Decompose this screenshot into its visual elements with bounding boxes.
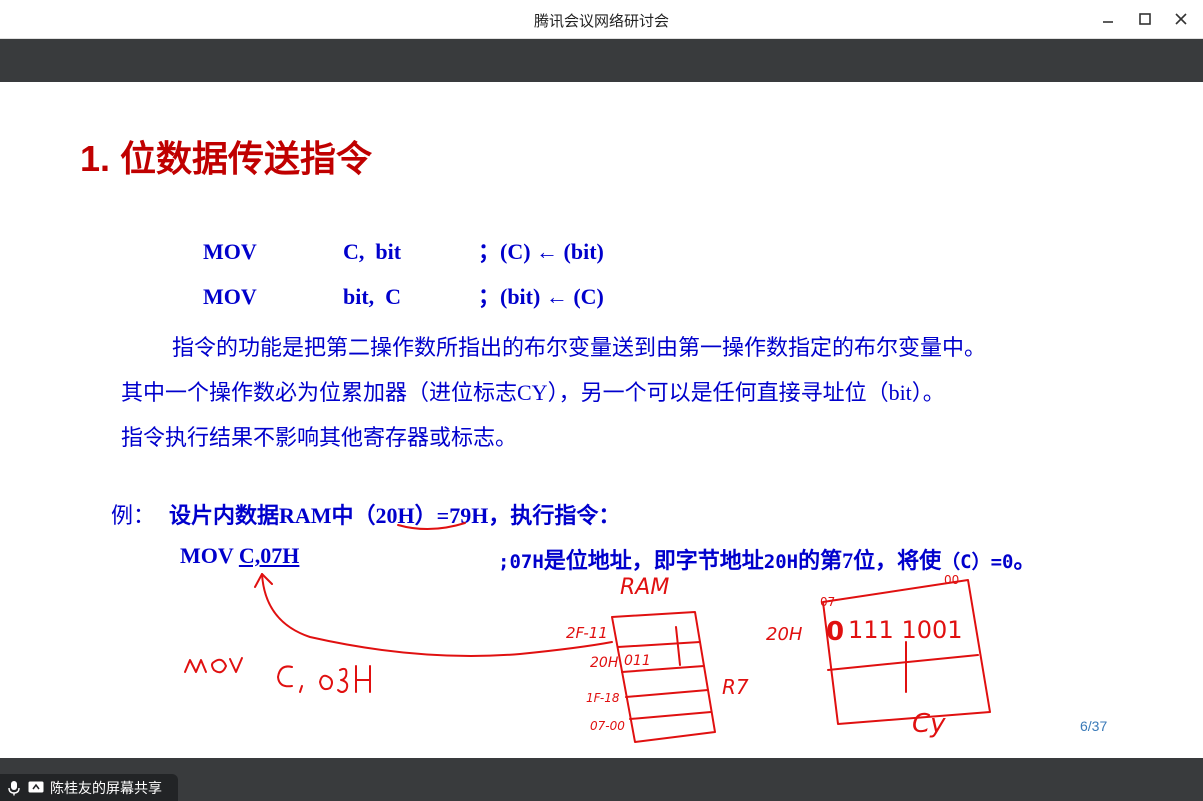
close-icon <box>1175 13 1187 25</box>
minimize-icon <box>1103 21 1113 23</box>
screen-share-icon <box>28 781 44 795</box>
meeting-bottombar: 陈桂友的屏幕共享 <box>0 758 1203 801</box>
screen-share-label: 陈桂友的屏幕共享 <box>50 779 162 796</box>
svg-text:111 1001: 111 1001 <box>848 616 963 644</box>
microphone-icon[interactable] <box>8 780 20 796</box>
svg-text:00: 00 <box>944 573 959 587</box>
svg-text:011: 011 <box>624 653 651 669</box>
shared-slide: 1. 位数据传送指令 MOV C, bit ；(C) ← (bit) MOV bit,… <box>0 82 1203 758</box>
svg-text:R7: R7 <box>722 675 749 699</box>
svg-text:RAM: RAM <box>620 575 669 600</box>
screen-share-indicator[interactable]: 陈桂友的屏幕共享 <box>0 774 178 801</box>
svg-text:20H: 20H <box>590 655 619 671</box>
minimize-button[interactable] <box>1095 6 1121 32</box>
svg-text:07: 07 <box>820 595 835 609</box>
svg-text:0: 0 <box>826 617 844 647</box>
window-title: 腾讯会议网络研讨会 <box>533 13 669 30</box>
maximize-button[interactable] <box>1132 6 1158 32</box>
meeting-toolbar <box>0 39 1203 82</box>
close-button[interactable] <box>1168 6 1194 32</box>
svg-text:Cy: Cy <box>912 709 946 739</box>
svg-text:2F-11: 2F-11 <box>566 624 608 642</box>
handwritten-annotation: RAM 2F-11 20H 011 R7 1F-18 07-00 20H 0 1… <box>184 522 991 743</box>
window-titlebar: 腾讯会议网络研讨会 <box>0 0 1203 39</box>
maximize-icon <box>1139 13 1151 25</box>
svg-text:20H: 20H <box>766 624 803 645</box>
svg-text:07-00: 07-00 <box>590 719 625 733</box>
svg-text:1F-18: 1F-18 <box>586 691 620 705</box>
